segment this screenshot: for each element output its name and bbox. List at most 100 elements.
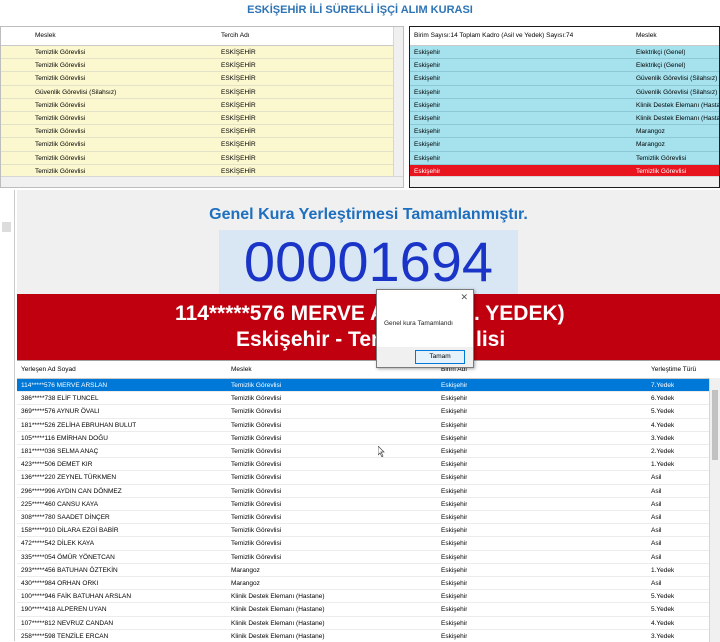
- placement-row[interactable]: 335*****054 ÖMÜR YÖNETCAN Temizlik Görevl…: [17, 551, 710, 564]
- preference-grid-hscroll[interactable]: [1, 176, 403, 187]
- birim-cell: Eskişehir: [441, 434, 468, 442]
- tur-cell: Asil: [651, 540, 662, 548]
- birim-cell: Eskişehir: [414, 115, 441, 122]
- left-strip-scroll-thumb[interactable]: [2, 222, 11, 232]
- tur-cell: 5.Yedek: [651, 593, 675, 601]
- meslek-cell: Klinik Destek Elemanı (Hastane): [636, 101, 720, 109]
- tercih-cell: ESKİŞEHİR: [221, 115, 256, 122]
- placement-row[interactable]: 114*****576 MERVE ARSLAN Temizlik Görevli…: [17, 379, 710, 393]
- placement-grid-vscroll[interactable]: [709, 378, 720, 642]
- placement-row[interactable]: 258*****598 TENZİLE ERCAN Klinik Destek E…: [17, 630, 710, 642]
- tercih-cell: ESKİŞEHİR: [221, 88, 256, 96]
- header-meslek[interactable]: Meslek: [35, 27, 56, 45]
- draw-number: 00001694: [243, 230, 494, 293]
- placement-row[interactable]: 107*****812 NEVRUZ CANDAN Klinik Destek E…: [17, 617, 710, 630]
- header-tercih-adi[interactable]: Tercih Adı: [221, 27, 250, 45]
- tur-cell: Asil: [651, 474, 662, 482]
- placement-row[interactable]: 190*****418 ALPEREN UYAN Klinik Destek El…: [17, 603, 710, 617]
- placement-grid[interactable]: Yerleşen Ad Soyad Meslek Birim Adı Yerle…: [17, 360, 720, 642]
- preference-row[interactable]: Temizlik Görevlisi ESKİŞEHİR: [1, 112, 397, 126]
- unit-row[interactable]: Eskişehir Klinik Destek Elemanı (Hastane): [410, 112, 719, 126]
- placement-row[interactable]: 136*****220 ZEYNEL TÜRKMEN Temizlik Görev…: [17, 471, 710, 485]
- unit-row[interactable]: Eskişehir Elektrikçi (Genel): [410, 46, 719, 60]
- ad-soyad-cell: 105*****116 EMİRHAN DOĞU: [21, 434, 108, 442]
- header-meslek-right[interactable]: Meslek: [636, 27, 657, 45]
- unit-grid-hscroll[interactable]: [410, 176, 719, 187]
- meslek-cell: Temizlik Görevlisi: [231, 474, 282, 482]
- tur-cell: 4.Yedek: [651, 421, 675, 429]
- placement-row[interactable]: 472*****542 DİLEK KAYA Temizlik Görevlisi…: [17, 537, 710, 551]
- birim-cell: Eskişehir: [441, 382, 468, 389]
- birim-cell: Eskişehir: [441, 606, 468, 614]
- placement-row[interactable]: 181*****036 SELMA ANAÇ Temizlik Görevlisi…: [17, 445, 710, 459]
- unit-row[interactable]: Eskişehir Klinik Destek Elemanı (Hastane): [410, 99, 720, 112]
- unit-grid[interactable]: Birim Sayısı:14 Toplam Kadro (Asil ve Ye…: [409, 26, 720, 188]
- meslek-cell: Temizlik Görevlisi: [231, 553, 282, 561]
- close-icon[interactable]: ✕: [460, 292, 468, 303]
- header-birim-sayisi[interactable]: Birim Sayısı:14 Toplam Kadro (Asil ve Ye…: [414, 27, 573, 45]
- birim-cell: Eskişehir: [441, 461, 468, 469]
- tur-cell: 3.Yedek: [651, 632, 675, 640]
- placement-row[interactable]: 296*****996 AYDIN CAN DÖNMEZ Temizlik Gör…: [17, 485, 710, 498]
- unit-row[interactable]: Eskişehir Marangoz: [410, 125, 719, 139]
- placement-row[interactable]: 430*****984 ORHAN ORKI Marangoz Eskişehir A…: [17, 577, 710, 591]
- placement-row[interactable]: 386*****738 ELİF TUNCEL Temizlik Görevlis…: [17, 392, 710, 406]
- placement-row[interactable]: 105*****116 EMİRHAN DOĞU Temizlik Görevli…: [17, 432, 710, 445]
- header-meslek-bottom[interactable]: Meslek: [231, 361, 252, 378]
- ad-soyad-cell: 296*****996 AYDIN CAN DÖNMEZ: [21, 487, 122, 495]
- meslek-cell: Temizlik Görevlisi: [636, 154, 687, 162]
- unit-row[interactable]: Eskişehir Güvenlik Görevlisi (Silahsız): [410, 72, 719, 86]
- preference-row[interactable]: Temizlik Görevlisi ESKİŞEHİR: [1, 138, 397, 152]
- header-yerlesen-ad-soyad[interactable]: Yerleşen Ad Soyad: [21, 361, 76, 378]
- tur-cell: 5.Yedek: [651, 408, 675, 416]
- meslek-cell: Temizlik Görevlisi: [231, 514, 282, 521]
- ad-soyad-cell: 386*****738 ELİF TUNCEL: [21, 395, 99, 403]
- preference-row[interactable]: Temizlik Görevlisi ESKİŞEHİR: [1, 152, 397, 165]
- unit-row[interactable]: Eskişehir Elektrikçi (Genel): [410, 59, 719, 73]
- preference-row[interactable]: Temizlik Görevlisi ESKİŞEHİR: [1, 46, 397, 60]
- preference-grid[interactable]: Meslek Tercih Adı Temizlik Görevlisi ESKİ…: [0, 26, 404, 188]
- placement-row[interactable]: 100*****946 FAİK BATUHAN ARSLAN Klinik De…: [17, 590, 710, 604]
- meslek-cell: Marangoz: [231, 566, 260, 574]
- tur-cell: Asil: [651, 500, 662, 508]
- result-heading: Genel Kura Yerleştirmesi Tamamlanmıştır.: [209, 206, 528, 223]
- placement-row[interactable]: 369*****576 AYNUR ÖVALI Temizlik Görevlis…: [17, 405, 710, 419]
- ad-soyad-cell: 472*****542 DİLEK KAYA: [21, 540, 95, 548]
- placement-row[interactable]: 158*****910 DİLARA EZGİ BABİR Temizlik Gö…: [17, 524, 710, 538]
- preference-row[interactable]: Güvenlik Görevlisi (Silahsız) ESKİŞEHİR: [1, 86, 397, 99]
- ok-button[interactable]: Tamam: [415, 350, 465, 364]
- ad-soyad-cell: 158*****910 DİLARA EZGİ BABİR: [21, 527, 119, 535]
- meslek-cell: Marangoz: [636, 141, 665, 149]
- preference-row[interactable]: Temizlik Görevlisi ESKİŞEHİR: [1, 72, 397, 86]
- birim-cell: Eskişehir: [441, 619, 468, 627]
- unit-row[interactable]: Eskişehir Marangoz: [410, 138, 719, 152]
- meslek-cell: Elektrikçi (Genel): [636, 62, 686, 70]
- meslek-cell: Klinik Destek Elemanı (Hastane): [231, 593, 325, 601]
- tercih-cell: ESKİŞEHİR: [221, 128, 256, 136]
- unit-row[interactable]: Eskişehir Temizlik Görevlisi: [410, 152, 719, 165]
- tercih-cell: ESKİŞEHİR: [221, 49, 256, 56]
- preference-row[interactable]: Temizlik Görevlisi ESKİŞEHİR: [1, 125, 397, 139]
- meslek-cell: Temizlik Görevlisi: [231, 434, 282, 442]
- placement-row[interactable]: 423*****506 DEMET KIR Temizlik Görevlisi E…: [17, 458, 710, 472]
- birim-cell: Eskişehir: [441, 632, 468, 640]
- meslek-cell: Güvenlik Görevlisi (Silahsız): [636, 75, 718, 83]
- meslek-cell: Marangoz: [231, 580, 260, 587]
- preference-row[interactable]: Temizlik Görevlisi ESKİŞEHİR: [1, 99, 397, 112]
- birim-cell: Eskişehir: [441, 580, 468, 587]
- ad-soyad-cell: 136*****220 ZEYNEL TÜRKMEN: [21, 474, 117, 482]
- header-yerlestirme-turu[interactable]: Yerleştime Türü: [651, 361, 696, 378]
- placement-row[interactable]: 293*****456 BATUHAN ÖZTEKİN Marangoz Eskiş…: [17, 564, 710, 577]
- placement-grid-scroll-thumb[interactable]: [712, 390, 718, 460]
- unit-row[interactable]: Eskişehir Güvenlik Görevlisi (Silahsız): [410, 86, 719, 99]
- winner-line-1-text: 114*****576 MERVE A: [175, 302, 386, 325]
- ad-soyad-cell: 308*****780 SAADET DİNÇER: [21, 514, 110, 521]
- meslek-cell: Klinik Destek Elemanı (Hastane): [231, 619, 325, 627]
- ad-soyad-cell: 293*****456 BATUHAN ÖZTEKİN: [21, 566, 118, 574]
- placement-row[interactable]: 225*****460 CANSU KAYA Temizlik Görevlisi…: [17, 498, 710, 511]
- preference-grid-vscroll[interactable]: [393, 27, 403, 177]
- tur-cell: 6.Yedek: [651, 395, 675, 403]
- preference-row[interactable]: Temizlik Görevlisi ESKİŞEHİR: [1, 59, 397, 73]
- placement-row[interactable]: 181*****526 ZELİHA EBRUHAN BULUT Temizlik…: [17, 419, 710, 432]
- placement-row[interactable]: 308*****780 SAADET DİNÇER Temizlik Görevl…: [17, 511, 710, 525]
